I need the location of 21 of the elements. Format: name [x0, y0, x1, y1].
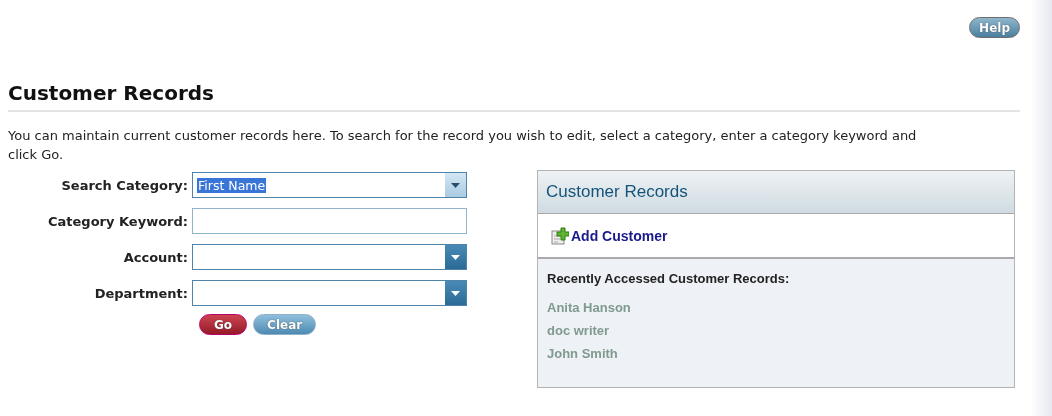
add-customer-link[interactable]: Add Customer	[571, 227, 668, 244]
field-value: First Name	[197, 177, 267, 193]
add-document-icon	[551, 226, 569, 245]
description-text: You can maintain current customer records here. To search for the record you wish to edit, select a category, enter a category keyword and click Go.	[8, 127, 918, 164]
clear-button[interactable]: Clear	[253, 314, 317, 335]
go-button[interactable]: Go	[199, 314, 248, 335]
panel-title: Customer Records	[546, 182, 688, 202]
keyword-input[interactable]	[192, 208, 467, 234]
dropdown-field[interactable]	[192, 244, 467, 270]
field-label: Department:	[93, 285, 188, 301]
field-label: Account:	[122, 249, 188, 265]
page-title: Customer Records	[8, 81, 1020, 112]
help-button[interactable]: Help	[969, 17, 1020, 38]
field-label: Category Keyword:	[47, 213, 188, 229]
field-label: Search Category:	[60, 177, 188, 193]
recent-record-link[interactable]: John Smith	[547, 342, 618, 365]
recent-heading: Recently Accessed Customer Records:	[547, 271, 790, 286]
dropdown-field[interactable]: First Name	[192, 172, 467, 198]
recent-record-link[interactable]: doc writer	[547, 319, 610, 342]
recent-record-link[interactable]: Anita Hanson	[547, 296, 631, 319]
dropdown-field[interactable]	[192, 280, 467, 306]
